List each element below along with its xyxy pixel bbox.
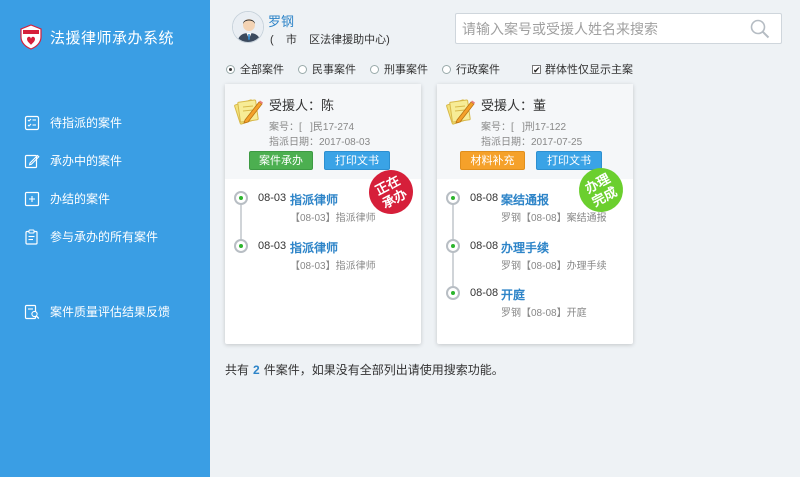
timeline-event-title[interactable]: 指派律师 (290, 239, 338, 256)
notepad-pencil-icon (446, 99, 475, 125)
supplement-materials-button[interactable]: 材料补充 (460, 151, 525, 170)
case-card-header: 受援人：董 案号：[ ]刑17-122 指派日期：2017-07-25 材料补充… (437, 84, 633, 179)
assign-date: 指派日期：2017-07-25 (481, 137, 583, 148)
case-card-header: 受援人：陈 案号：[ ]民17-274 指派日期：2017-08-03 案件承办… (225, 84, 421, 179)
timeline-event-title[interactable]: 指派律师 (290, 191, 338, 208)
print-docs-button[interactable]: 打印文书 (324, 151, 390, 170)
case-number: 案号：[ ]刑17-122 (481, 122, 567, 133)
assign-date: 指派日期：2017-08-03 (269, 137, 371, 148)
filter-label: 刑事案件 (384, 64, 428, 76)
sidebar-item-label: 待指派的案件 (50, 116, 123, 130)
timeline-event-title[interactable]: 办理手续 (501, 239, 549, 256)
search-box (455, 13, 782, 44)
timeline-event-detail: 罗钢【08-08】开庭 (501, 308, 587, 319)
timeline-event-title[interactable]: 案结通报 (501, 191, 549, 208)
timeline-node-icon (234, 191, 248, 205)
list-check-icon (24, 115, 40, 130)
filter-label: 行政案件 (456, 64, 500, 76)
print-docs-button[interactable]: 打印文书 (536, 151, 602, 170)
stamp-text: 正在 承办 (372, 172, 410, 212)
sidebar-item-all-participated-cases[interactable]: 参与承办的所有案件 (24, 228, 158, 245)
sidebar: 法援律师承办系统 待指派的案件 承办中的案件 办结的案件 参与承办的所有案件 案… (0, 0, 210, 477)
timeline-event-detail: 【08-03】指派律师 (290, 213, 376, 224)
user-name[interactable]: 罗钢 (268, 11, 294, 30)
timeline-event-detail: 罗钢【08-08】办理手续 (501, 261, 607, 272)
timeline-node-icon (446, 286, 460, 300)
timeline-node-icon (446, 191, 460, 205)
filter-all-cases[interactable]: 全部案件 (226, 61, 284, 77)
case-count: 2 (253, 363, 260, 377)
sidebar-item-quality-feedback[interactable]: 案件质量评估结果反馈 (24, 303, 170, 320)
radio-icon (442, 64, 451, 74)
notepad-pencil-icon (234, 99, 263, 125)
filter-civil-cases[interactable]: 民事案件 (298, 61, 356, 77)
timeline-date: 08-08 (470, 287, 499, 299)
clipboard-icon (25, 229, 38, 245)
client-name: 受援人：陈 (269, 98, 335, 113)
done-doc-icon (24, 191, 40, 206)
case-number: 案号：[ ]民17-274 (269, 122, 355, 133)
sidebar-item-in-progress-cases[interactable]: 承办中的案件 (24, 152, 122, 169)
filter-administrative-cases[interactable]: 行政案件 (442, 61, 500, 77)
radio-icon (298, 64, 307, 74)
doc-search-icon (24, 304, 40, 319)
timeline-date: 08-08 (470, 240, 499, 252)
search-input[interactable] (462, 18, 742, 40)
user-avatar-icon (233, 12, 263, 42)
checkbox-label: 群体性仅显示主案 (545, 64, 633, 76)
handle-case-button[interactable]: 案件承办 (249, 151, 313, 170)
avatar[interactable] (232, 11, 264, 43)
sidebar-item-label: 参与承办的所有案件 (50, 230, 159, 244)
timeline-date: 08-03 (258, 192, 287, 204)
case-card[interactable]: 受援人：陈 案号：[ ]民17-274 指派日期：2017-08-03 案件承办… (225, 84, 421, 344)
timeline-date: 08-03 (258, 240, 287, 252)
summary-suffix: 件案件，如果没有全部列出请使用搜索功能。 (263, 363, 504, 377)
brand: 法援律师承办系统 (20, 24, 174, 50)
sidebar-item-pending-cases[interactable]: 待指派的案件 (24, 114, 122, 131)
client-name: 受援人：董 (481, 98, 547, 113)
app-title: 法援律师承办系统 (50, 29, 175, 47)
timeline-node-icon (446, 239, 460, 253)
case-card[interactable]: 受援人：董 案号：[ ]刑17-122 指派日期：2017-07-25 材料补充… (437, 84, 633, 344)
filter-label: 全部案件 (240, 64, 284, 76)
user-organization: ( 市 区法律援助中心) (270, 34, 390, 46)
checkbox-checked-icon: ✔ (532, 64, 541, 75)
filter-criminal-cases[interactable]: 刑事案件 (370, 61, 428, 77)
summary-prefix: 共有 (225, 363, 250, 377)
timeline-event-detail: 【08-03】指派律师 (290, 261, 376, 272)
sidebar-item-label: 办结的案件 (50, 192, 111, 206)
radio-icon (370, 64, 379, 74)
legal-aid-logo-icon (20, 24, 42, 50)
edit-doc-icon (24, 154, 40, 168)
timeline-event-detail: 罗钢【08-08】案结通报 (501, 213, 607, 224)
search-icon[interactable] (749, 18, 771, 40)
case-count-summary: 共有 2 件案件，如果没有全部列出请使用搜索功能。 (225, 361, 504, 378)
sidebar-item-label: 案件质量评估结果反馈 (50, 305, 171, 319)
stamp-text: 办理 完成 (582, 170, 620, 210)
timeline-event-title[interactable]: 开庭 (501, 286, 525, 303)
sidebar-item-completed-cases[interactable]: 办结的案件 (24, 190, 110, 207)
group-main-case-checkbox[interactable]: ✔ 群体性仅显示主案 (532, 61, 633, 77)
radio-selected-icon (226, 64, 235, 74)
timeline-node-icon (234, 239, 248, 253)
sidebar-item-label: 承办中的案件 (50, 154, 123, 168)
timeline-date: 08-08 (470, 192, 499, 204)
filter-label: 民事案件 (312, 64, 356, 76)
